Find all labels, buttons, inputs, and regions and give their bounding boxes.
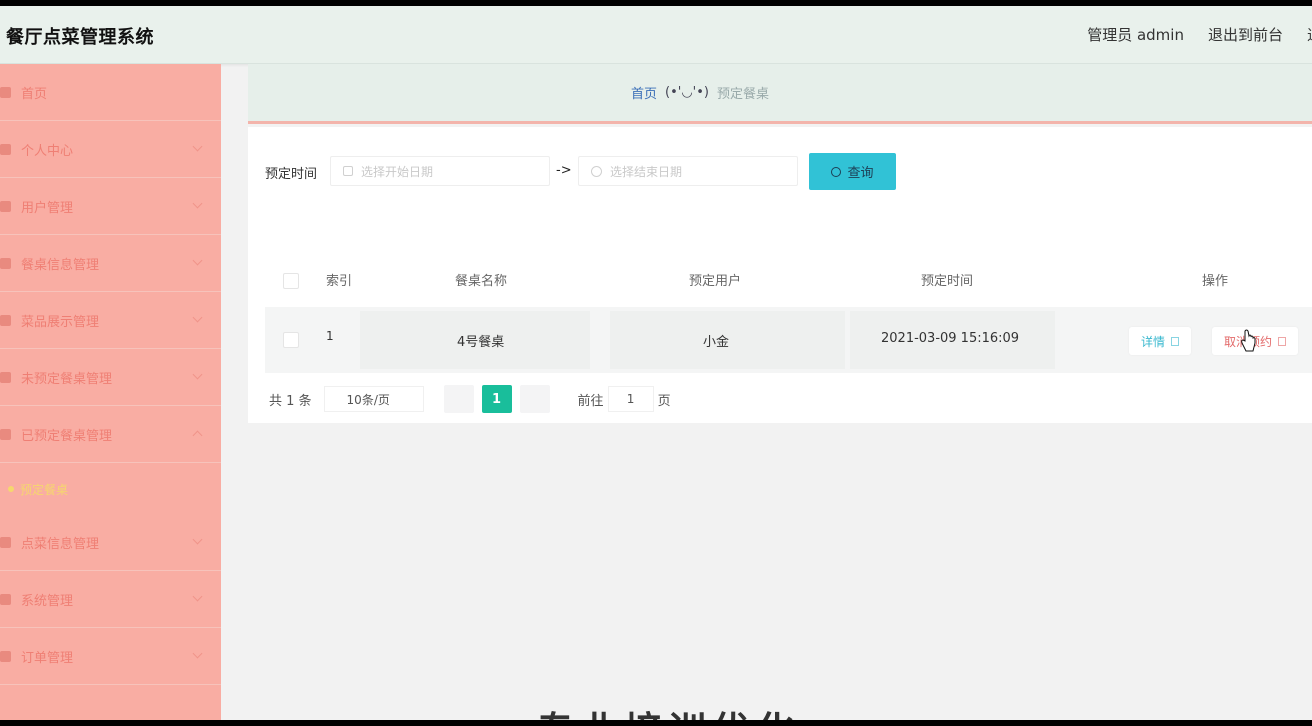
clock-icon <box>591 165 602 177</box>
chevron-down-icon <box>192 591 203 602</box>
dish-icon <box>0 314 11 326</box>
range-arrow: -> <box>556 163 572 178</box>
gear-icon <box>0 593 11 605</box>
table-row: 1 4号餐桌 小金 2021-03-09 15:16:09 详情 取消预约 <box>265 307 1312 373</box>
trash-icon <box>1278 336 1287 346</box>
users-icon <box>0 200 11 212</box>
start-date-input[interactable]: 选择开始日期 <box>330 156 550 186</box>
exit-to-front-link[interactable]: 退出到前台 <box>1208 24 1283 45</box>
column-header-table-name: 餐桌名称 <box>455 274 508 289</box>
cell-time: 2021-03-09 15:16:09 <box>881 331 1020 346</box>
sidebar-item-dishes[interactable]: 菜品展示管理 <box>0 292 221 349</box>
start-date-placeholder: 选择开始日期 <box>361 164 434 179</box>
breadcrumb-home[interactable]: 首页 <box>631 83 657 102</box>
sidebar-item-reserved-tables[interactable]: 已预定餐桌管理 <box>0 406 221 463</box>
page-size-select[interactable]: 10条/页 <box>323 386 424 412</box>
detail-button-label: 详情 <box>1141 334 1166 349</box>
sidebar-item-label: 未预定餐桌管理 <box>21 371 113 387</box>
calendar-icon <box>0 371 11 383</box>
chevron-down-icon <box>192 369 203 380</box>
sidebar-item-label: 已预定餐桌管理 <box>21 428 113 444</box>
detail-button[interactable]: 详情 <box>1129 327 1192 355</box>
chevron-down-icon <box>192 312 203 323</box>
document-icon <box>1171 336 1180 346</box>
sidebar-item-label: 系统管理 <box>21 593 74 609</box>
table-header: 索引 餐桌名称 预定用户 预定时间 操作 <box>265 255 1312 307</box>
sidebar-subitem-reserve-table[interactable]: 预定餐桌 <box>8 478 68 500</box>
chevron-down-icon <box>192 534 203 545</box>
end-date-input[interactable]: 选择结束日期 <box>578 156 798 186</box>
sidebar-item-users[interactable]: 用户管理 <box>0 178 221 235</box>
top-header: 餐厅点菜管理系统 管理员 admin 退出到前台 退 <box>0 6 1312 64</box>
search-icon <box>831 166 842 177</box>
chevron-down-icon <box>192 198 203 209</box>
page-1-button[interactable]: 1 <box>481 385 512 413</box>
breadcrumb-separator: (•'◡'•) <box>665 85 709 100</box>
sidebar-item-label: 首页 <box>21 86 48 102</box>
calendar-icon <box>343 166 353 176</box>
chevron-down-icon <box>192 648 203 659</box>
sidebar-item-label: 订单管理 <box>21 650 74 666</box>
calendar-check-icon <box>0 428 11 440</box>
sidebar-item-label: 点菜信息管理 <box>21 536 100 552</box>
sidebar-item-label: 菜品展示管理 <box>21 314 100 330</box>
hand-cursor-icon <box>1241 329 1256 352</box>
goto-page-input[interactable]: 1 <box>607 386 654 412</box>
sidebar-item-personal-center[interactable]: 个人中心 <box>0 121 221 178</box>
cell-index: 1 <box>326 329 334 343</box>
cell-user: 小金 <box>703 335 730 350</box>
active-dot-icon <box>8 486 14 492</box>
watermark-text: 专业培训优化 <box>536 700 800 720</box>
chevron-down-icon <box>192 141 203 152</box>
header-links: 管理员 admin 退出到前台 退 <box>1087 24 1312 45</box>
user-icon <box>0 143 11 155</box>
breadcrumb-current: 预定餐桌 <box>716 87 769 102</box>
column-header-actions: 操作 <box>1202 274 1229 289</box>
cell-table-name: 4号餐桌 <box>457 335 505 350</box>
goto-label: 前往 <box>577 393 604 409</box>
table-icon <box>0 257 11 269</box>
column-header-time: 预定时间 <box>921 274 974 289</box>
exit-link[interactable]: 退 <box>1307 24 1312 45</box>
sidebar-item-label: 用户管理 <box>21 200 74 216</box>
reserve-time-label: 预定时间 <box>265 167 318 182</box>
chevron-down-icon <box>192 255 203 266</box>
end-date-placeholder: 选择结束日期 <box>610 164 683 179</box>
content-panel: 预定时间 选择开始日期 -> 选择结束日期 查询 索引 餐桌名称 预定用户 预定… <box>248 127 1312 423</box>
page-unit-label: 页 <box>657 393 671 409</box>
sidebar-item-orders[interactable]: 订单管理 <box>0 628 221 685</box>
home-icon <box>0 86 11 98</box>
app-window: 餐厅点菜管理系统 管理员 admin 退出到前台 退 首页 个人中心 用户管理 … <box>0 6 1312 720</box>
menu-icon <box>0 536 11 548</box>
sidebar-item-table-info[interactable]: 餐桌信息管理 <box>0 235 221 292</box>
column-header-user: 预定用户 <box>689 274 742 289</box>
query-button[interactable]: 查询 <box>809 153 896 190</box>
column-header-index: 索引 <box>326 274 353 289</box>
sidebar-item-system[interactable]: 系统管理 <box>0 571 221 628</box>
query-button-label: 查询 <box>847 165 874 180</box>
sidebar-item-label: 个人中心 <box>21 143 74 159</box>
reservation-table: 索引 餐桌名称 预定用户 预定时间 操作 1 4号餐桌 小金 2021-03-0… <box>265 255 1312 373</box>
pagination: 共 1 条 10条/页 1 前往 1 页 <box>269 385 671 413</box>
sidebar-item-unreserved-tables[interactable]: 未预定餐桌管理 <box>0 349 221 406</box>
admin-user-link[interactable]: 管理员 admin <box>1087 24 1184 45</box>
app-title: 餐厅点菜管理系统 <box>6 27 154 48</box>
chevron-up-icon <box>192 430 203 441</box>
sidebar-item-home[interactable]: 首页 <box>0 64 221 121</box>
sidebar-item-order-dishes[interactable]: 点菜信息管理 <box>0 514 221 571</box>
prev-page-button[interactable] <box>443 385 474 413</box>
select-all-checkbox[interactable] <box>283 273 299 289</box>
row-checkbox[interactable] <box>283 332 299 348</box>
breadcrumb: 首页 (•'◡'•) 预定餐桌 <box>248 64 1312 124</box>
next-page-button[interactable] <box>519 385 550 413</box>
order-icon <box>0 650 11 662</box>
total-count: 共 1 条 <box>269 393 312 409</box>
sidebar-item-label: 餐桌信息管理 <box>21 257 100 273</box>
sidebar: 首页 个人中心 用户管理 餐桌信息管理 菜品展示管理 未预定餐桌管理 已预定餐桌… <box>0 64 221 720</box>
sidebar-subitem-label: 预定餐桌 <box>20 482 69 497</box>
